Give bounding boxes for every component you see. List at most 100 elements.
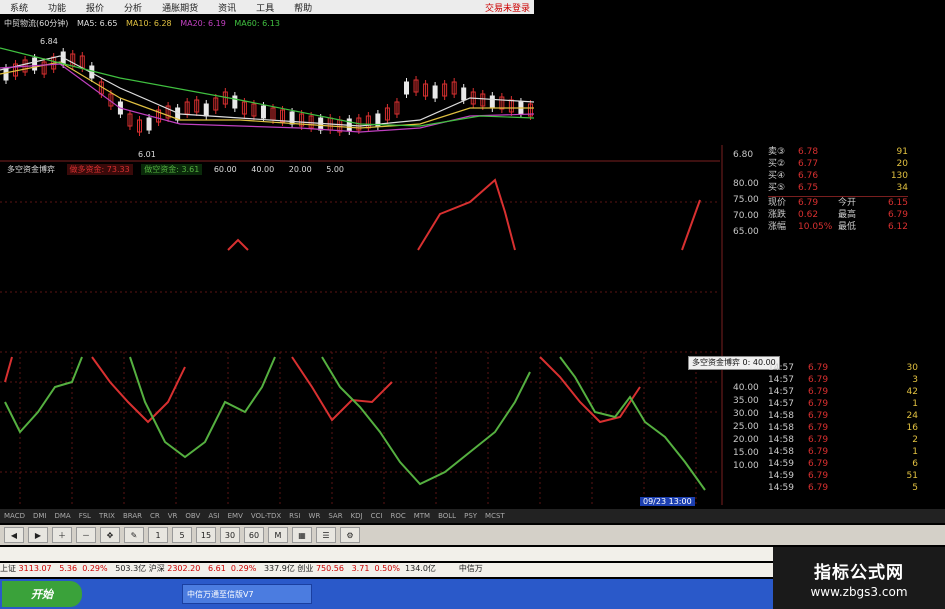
- order-row: 买⑤ 6.75 34: [768, 183, 908, 193]
- candlestick-chart[interactable]: [0, 28, 534, 158]
- trade-row: 14:58 6.79 1: [768, 447, 918, 457]
- tab-dmi[interactable]: DMI: [29, 512, 51, 520]
- menu-item-news[interactable]: 资讯: [208, 1, 246, 14]
- index2-value: 2302.20: [167, 564, 201, 573]
- trade-row: 14:57 6.79 3: [768, 375, 918, 385]
- order-row: 卖③ 6.78 91: [768, 147, 908, 157]
- candle-body: [232, 95, 238, 109]
- index3-pct: 0.50%: [374, 564, 400, 573]
- input-strip[interactable]: [0, 547, 773, 561]
- arrow-left-icon[interactable]: ◀: [4, 527, 24, 543]
- zoom-out-icon[interactable]: －: [76, 527, 96, 543]
- ticker-right-tag: 中信万: [458, 564, 483, 573]
- indicator-line: [681, 199, 701, 251]
- tab-cci[interactable]: CCI: [367, 512, 387, 520]
- right-scale-bottom: 40.00 35.00 30.00 25.00 20.00 15.00 10.0…: [733, 382, 759, 473]
- menu-item-help[interactable]: 帮助: [284, 1, 322, 14]
- menu-item-quote[interactable]: 报价: [76, 1, 114, 14]
- ma10-label: MA10: 6.28: [126, 19, 172, 28]
- list-icon[interactable]: ☰: [316, 527, 336, 543]
- tab-rsi[interactable]: RSI: [285, 512, 304, 520]
- tab-brar[interactable]: BRAR: [119, 512, 146, 520]
- candle-body: [289, 111, 295, 125]
- logo-url: www.zbgs3.com: [810, 584, 908, 599]
- scale-label: 80.00: [733, 179, 759, 189]
- scale-label: 35.00: [733, 396, 759, 406]
- trade-row: 14:59 6.79 6: [768, 459, 918, 469]
- candle-body: [32, 57, 38, 71]
- indicator-chart[interactable]: [0, 172, 720, 507]
- tab-boll[interactable]: BOLL: [434, 512, 460, 520]
- tab-wr[interactable]: WR: [305, 512, 325, 520]
- tab-macd[interactable]: MACD: [0, 512, 29, 520]
- period-60[interactable]: 60: [244, 527, 264, 543]
- menu-item-function[interactable]: 功能: [38, 1, 76, 14]
- trade-row: 14:57 6.79 30: [768, 363, 918, 373]
- menu-item-analysis[interactable]: 分析: [114, 1, 152, 14]
- scale-label: 6.80: [733, 150, 754, 160]
- period-15[interactable]: 15: [196, 527, 216, 543]
- login-status[interactable]: 交易未登录: [485, 1, 534, 14]
- tab-vr[interactable]: VR: [164, 512, 182, 520]
- period-30[interactable]: 30: [220, 527, 240, 543]
- move-icon[interactable]: ✥: [100, 527, 120, 543]
- candle-body: [404, 81, 409, 95]
- period-5[interactable]: 5: [172, 527, 192, 543]
- menu-item-tools[interactable]: 工具: [246, 1, 284, 14]
- order-row: 买② 6.77 20: [768, 159, 908, 169]
- draw-icon[interactable]: ✎: [124, 527, 144, 543]
- bottom-toolbar: ◀ ▶ ＋ － ✥ ✎ 1 5 15 30 60 M ▦ ☰ ⚙: [0, 525, 945, 545]
- trade-row: 14:59 6.79 51: [768, 471, 918, 481]
- scale-label: 40.00: [733, 383, 759, 393]
- grid-icon[interactable]: ▦: [292, 527, 312, 543]
- tab-cr[interactable]: CR: [146, 512, 164, 520]
- period-m[interactable]: M: [268, 527, 288, 543]
- tab-trix[interactable]: TRIX: [95, 512, 119, 520]
- zoom-in-icon[interactable]: ＋: [52, 527, 72, 543]
- index3-change: 3.71: [351, 564, 370, 573]
- trade-row: 14:59 6.79 5: [768, 483, 918, 493]
- tab-asi[interactable]: ASI: [204, 512, 223, 520]
- summary-row: 涨跌 0.62 最高 6.79: [768, 210, 908, 220]
- tab-emv[interactable]: EMV: [224, 512, 247, 520]
- index2-change: 6.61: [207, 564, 226, 573]
- index2-pct: 0.29%: [230, 564, 257, 573]
- tab-psy[interactable]: PSY: [460, 512, 481, 520]
- trade-row: 14:58 6.79 2: [768, 435, 918, 445]
- menu-item-futures[interactable]: 通胀期货: [152, 1, 208, 14]
- trade-row: 14:58 6.79 16: [768, 423, 918, 433]
- watermark-logo: 指标公式网 www.zbgs3.com: [773, 547, 945, 609]
- order-row: 买④ 6.76 130: [768, 171, 908, 181]
- tab-mcst[interactable]: MCST: [481, 512, 509, 520]
- taskbar: 开始 中信万通至信版V7: [0, 579, 773, 609]
- tick-trade-list: 14:57 6.79 30 14:57 6.79 3 14:57 6.79 42 14:57 6.7…: [768, 362, 918, 494]
- tab-vol-tdx[interactable]: VOL-TDX: [247, 512, 285, 520]
- index-change: 5.36: [59, 564, 78, 573]
- indicator-line: [321, 356, 531, 486]
- settings-icon[interactable]: ⚙: [340, 527, 360, 543]
- candle-body: [461, 87, 467, 101]
- tab-mtm[interactable]: MTM: [410, 512, 434, 520]
- tab-dma[interactable]: DMA: [50, 512, 74, 520]
- candle-body: [489, 95, 495, 109]
- trade-row: 14:57 6.79 42: [768, 387, 918, 397]
- period-1[interactable]: 1: [148, 527, 168, 543]
- scale-label: 30.00: [733, 409, 759, 419]
- tab-fsl[interactable]: FSL: [75, 512, 95, 520]
- index-ticker: 上证 3113.07 5.36 0.29% 503.3亿 沪深 2302.20 …: [0, 563, 773, 577]
- menu-bar: 系统 功能 报价 分析 通胀期货 资讯 工具 帮助 交易未登录: [0, 0, 534, 14]
- index3-turnover: 134.0亿: [405, 564, 436, 573]
- tab-kdj[interactable]: KDJ: [347, 512, 367, 520]
- tab-sar[interactable]: SAR: [324, 512, 346, 520]
- taskbar-item[interactable]: 中信万通至信版V7: [182, 584, 312, 604]
- panel-divider: [0, 160, 720, 162]
- tab-roc[interactable]: ROC: [386, 512, 409, 520]
- tab-obv[interactable]: OBV: [181, 512, 204, 520]
- start-button[interactable]: 开始: [2, 581, 82, 607]
- candle-body: [260, 105, 266, 119]
- logo-title: 指标公式网: [814, 562, 904, 583]
- candle-body: [203, 103, 209, 117]
- menu-item-system[interactable]: 系统: [0, 1, 38, 14]
- arrow-right-icon[interactable]: ▶: [28, 527, 48, 543]
- ma60-label: MA60: 6.13: [234, 19, 280, 28]
